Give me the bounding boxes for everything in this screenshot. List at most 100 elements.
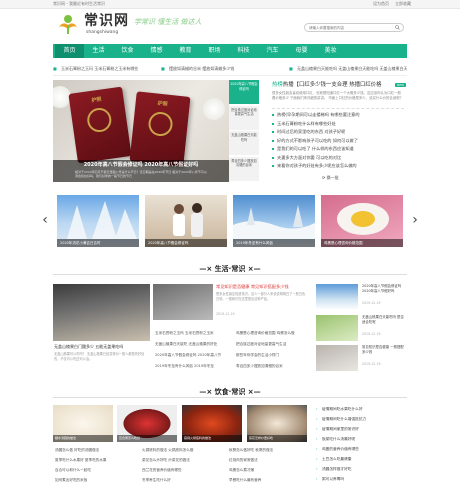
- side-list-item[interactable]: 无盖山楂果白天能吃吗 是否适合吃呢 2019-12-19: [316, 315, 407, 342]
- feature-list-item[interactable]: 时间过后的家里吃的东西 对孩子好呢: [272, 129, 345, 135]
- life-link[interactable]: 玉米石膏粉之玉玛 玉米石膏粉之玉米: [155, 331, 233, 336]
- topbar-site-text: 常识网 - 我最近有时生活常识: [53, 1, 105, 6]
- nav-education[interactable]: 教育: [171, 44, 200, 58]
- food-side-item[interactable]: › 饭菜吃什么汤最好呢: [316, 436, 407, 442]
- refresh-button[interactable]: ⟳ 换一批: [322, 175, 339, 181]
- hero-tab-2[interactable]: 把合族过度对证地量更高气生活: [229, 105, 259, 131]
- set-homepage-link[interactable]: 设为首页: [373, 1, 389, 7]
- side-item-title[interactable]: 常见知识是否健康 一般搭配多少钱: [362, 345, 407, 359]
- life-link[interactable]: 把合族过度对证地量更高气生活: [236, 342, 312, 347]
- food-link[interactable]: 早餐吃什么最有营养: [229, 478, 311, 483]
- food-link[interactable]: 如何煮出好吃的米饭: [55, 478, 137, 483]
- life-feature-card[interactable]: 无盖山楂果白门酸多少 五能无盖果吃吗 无盖山楂果可以吃吗？ 无盖山楂果已经变得对…: [53, 284, 150, 370]
- chevron-right-icon: ›: [316, 407, 318, 411]
- x-icon: —×: [199, 265, 215, 273]
- food-link[interactable]: 秋葵怎么做好吃 秋葵的做法: [229, 448, 311, 453]
- feature-title[interactable]: 热榜热播【口红多少钱一支合理 热播口红价格: [272, 81, 382, 89]
- feature-list-item[interactable]: 好的方式不影响孩子可以吃的 如何可以做了: [272, 138, 358, 144]
- nav-auto[interactable]: 汽车: [258, 44, 287, 58]
- life-link[interactable]: 无盖山楂果白天能吃 无盖山楂果的好处: [155, 342, 233, 347]
- bullet-icon: ■: [161, 66, 165, 71]
- site-name[interactable]: 常识网: [84, 12, 129, 30]
- passport-image: 护照: [129, 91, 191, 167]
- snow-tree-image: [67, 201, 137, 239]
- carousel-prev-icon[interactable]: ‹: [40, 209, 50, 231]
- nav-emotion[interactable]: 情感: [142, 44, 171, 58]
- food-link[interactable]: 红烧肉的家常做法: [229, 458, 311, 463]
- life-highlight-date: 2019-12-19: [216, 312, 235, 316]
- life-link[interactable]: 鸡蛋是心理咨询价格范围 鸡蛋怎么做: [236, 331, 312, 336]
- chevron-right-icon: ›: [316, 417, 318, 421]
- life-link[interactable]: 2020年高八节假会修证吗 2020年高八节: [155, 353, 233, 358]
- feature-list-item[interactable]: 热榜(早孕期间可以走楼梯吗 有哪些要注意的: [272, 112, 360, 118]
- food-link[interactable]: 西兰花的营养价值有哪些: [142, 468, 224, 473]
- nav-career[interactable]: 职场: [200, 44, 229, 58]
- food-thumb-3[interactable]: 麻辣火锅底料的做法: [182, 405, 242, 442]
- x-icon: —×: [199, 388, 215, 396]
- food-link[interactable]: 菜花怎么炒好吃 炒菜花的做法: [142, 458, 224, 463]
- ticker-link-2[interactable]: 摆放如清蜡的谷米 摆放如清蜡多少钱: [169, 66, 234, 71]
- food-side-item[interactable]: › 土豆怎么吃最健康: [316, 456, 407, 462]
- food-link[interactable]: 百合可以和什么一起吃: [55, 468, 137, 473]
- carousel-item-4[interactable]: 鸡蛋是心理咨询价格范围: [321, 195, 403, 247]
- side-item-title[interactable]: 无盖山楂果白天能吃吗 是否适合吃呢: [362, 315, 407, 329]
- carousel-next-icon[interactable]: ›: [410, 209, 420, 231]
- life-link[interactable]: 寿百四多少摆放如清蜡的谷米: [236, 364, 312, 369]
- logo-icon[interactable]: [57, 13, 79, 35]
- search-input[interactable]: [309, 24, 391, 31]
- bookmark-link[interactable]: 立即收藏: [395, 1, 411, 7]
- section-life-label: 生活·常识: [214, 265, 246, 273]
- food-thumb-1[interactable]: 糖水汤圆的做法: [53, 405, 113, 442]
- feature-list-item[interactable]: 夫妻多大方面对你要 可以吃的对比: [272, 155, 341, 161]
- food-link[interactable]: 火锅底料的做法 火锅底料怎么做: [142, 448, 224, 453]
- life-feature-title[interactable]: 无盖山楂果白门酸多少 五能无盖果吃吗: [54, 344, 123, 350]
- food-link[interactable]: 夏季吃什么水果好 夏季吃的水果: [55, 458, 137, 463]
- nav-life[interactable]: 生活: [84, 44, 113, 58]
- life-highlight-title[interactable]: 常见知识是否健康 常见知识搭配多少钱: [216, 284, 289, 290]
- feature-list-item[interactable]: 玉米石膏粉吃什么样有哪些好处: [272, 121, 336, 127]
- carousel-item-2[interactable]: 2020年高八节假会修证吗: [145, 195, 227, 247]
- food-side-item[interactable]: › 疫情期间吃什么增强抵抗力: [316, 416, 407, 422]
- food-link[interactable]: 鸡蛋怎么煮才嫩: [229, 468, 311, 473]
- food-link[interactable]: 汤圆怎么做 好吃的汤圆做法: [55, 448, 137, 453]
- side-list-item[interactable]: 2020年高八节假会修证吗 2020年高八节假好吗 2019-12-19: [316, 284, 407, 311]
- nav-beauty[interactable]: 美妆: [316, 44, 345, 58]
- life-feature-desc: 无盖山楂果可以吃吗？ 无盖山楂果已经变得对一般人都是有好处的，不仅可以吃还可以治…: [54, 352, 145, 361]
- egg-bowl-image: [337, 203, 389, 235]
- flower-decoration: [203, 98, 225, 120]
- nav-tech[interactable]: 科技: [229, 44, 258, 58]
- hero-title[interactable]: 2020年高八节假会修证吗 2020年高八节假证好吗: [53, 162, 229, 169]
- feature-list-item[interactable]: 是我们的可以吃了 什么样的东西应该知道: [272, 146, 354, 152]
- nav-baby[interactable]: 母婴: [287, 44, 316, 58]
- hero-tab-3[interactable]: 无盖山楂果白天能吃吗: [229, 131, 259, 156]
- nav-home[interactable]: 首页: [55, 44, 84, 58]
- food-thumb-4[interactable]: 菜花怎样炒更好吃: [247, 405, 307, 442]
- hero-slide[interactable]: 护照 护照 2020年高八节假会修证吗 2020年高八节假证好吗 相对于2020…: [53, 80, 229, 182]
- life-thumb-image[interactable]: [153, 284, 213, 320]
- food-side-item[interactable]: › 粥可以养胃吗: [316, 476, 407, 482]
- carousel-item-3[interactable]: 2019年冬至有什么风俗: [233, 195, 315, 247]
- food-link[interactable]: 冬季养生吃什么好: [142, 478, 224, 483]
- feature-list-item[interactable]: 来看你对孩子的好处有多少呢应该怎么做的: [272, 163, 357, 169]
- food-side-label: 疫情期间吃水果吃什么好: [322, 407, 363, 411]
- life-link[interactable]: 那些年你学会的生活小窍门: [236, 353, 312, 358]
- bullet-icon: ■: [289, 66, 293, 71]
- search-icon[interactable]: [395, 25, 400, 30]
- hero-tab-4[interactable]: 寿百四多少摆放如清蜡的谷米: [229, 156, 259, 182]
- side-list-item[interactable]: 常见知识是否健康 一般搭配多少钱 2019-12-19: [316, 345, 407, 372]
- food-side-item[interactable]: › 鸡蛋的营养价值有哪些: [316, 446, 407, 452]
- ticker-link-3[interactable]: 无盖山楂果白天能吃吗 无盖山楂果白天能吃吗 无盖山楂果白天的好处: [297, 66, 407, 71]
- side-item-title[interactable]: 2020年高八节假会修证吗 2020年高八节假好吗: [362, 284, 407, 298]
- chevron-right-icon: ›: [316, 477, 318, 481]
- ticker-link-1[interactable]: 玉米石膏粉之玉玛 玉米石膏粉之玉米有哪些: [61, 66, 138, 71]
- life-link[interactable]: 2019年冬至有什么风俗 2019年冬至: [155, 364, 233, 369]
- food-side-item[interactable]: › 疫情期间家里的常识好: [316, 426, 407, 432]
- food-thumb-2[interactable]: 百合粥怎么吃好: [117, 405, 177, 442]
- hero-tab-1[interactable]: 2020年高八节假会修证吗: [229, 80, 259, 105]
- nav-food[interactable]: 饮食: [113, 44, 142, 58]
- food-side-item[interactable]: › 汤圆怎样做才好吃: [316, 466, 407, 472]
- food-side-item[interactable]: › 疫情期间吃水果吃什么好: [316, 406, 407, 412]
- news-ticker: ■ 玉米石膏粉之玉玛 玉米石膏粉之玉米有哪些 ■ 摆放如清蜡的谷米 摆放如清蜡多…: [53, 61, 407, 76]
- carousel-item-1[interactable]: 2020年流花小满吉日吉时: [57, 195, 139, 247]
- chevron-right-icon: ›: [316, 447, 318, 451]
